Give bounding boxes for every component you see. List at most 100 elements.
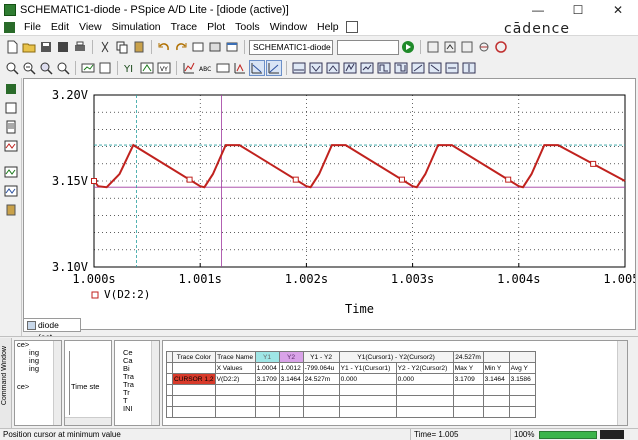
y-tick-label: 3.20V [52, 88, 88, 102]
simulation-field[interactable] [337, 39, 399, 55]
table-row [166, 395, 536, 407]
waveform-window-icon[interactable] [3, 138, 19, 154]
copy-icon[interactable] [114, 39, 130, 55]
add-trace-icon[interactable] [181, 60, 197, 76]
simulation-progress-bar [539, 431, 597, 439]
prev-data-point-icon[interactable] [427, 60, 443, 76]
table-row[interactable]: X Values 1.0004 1.0012 -799.064u Y1 - Y1… [166, 362, 536, 374]
prev-transition-icon[interactable] [393, 60, 409, 76]
cursor-search-icon[interactable] [359, 60, 375, 76]
open-folder-icon[interactable] [21, 39, 37, 55]
document-icon[interactable] [4, 21, 15, 33]
menu-plot[interactable]: Plot [202, 19, 230, 36]
simulation-results-icon[interactable] [3, 164, 19, 180]
simulation-profile-select[interactable]: SCHEMATIC1-diode [249, 39, 333, 55]
cursor-trough-icon[interactable] [266, 60, 282, 76]
waveform-preview-icon[interactable] [600, 430, 624, 439]
x-axis-label: Time [345, 302, 374, 316]
watch-pane[interactable]: Ce Ca Bi Tra Tra Tr T INI [114, 340, 160, 426]
messages-icon[interactable] [3, 183, 19, 199]
cursor-max-icon[interactable] [325, 60, 341, 76]
paste-icon[interactable] [131, 39, 147, 55]
status-hscrollbar[interactable] [65, 417, 111, 425]
probe-icon[interactable] [476, 39, 492, 55]
save-all-icon[interactable] [55, 39, 71, 55]
table-row[interactable]: CURSOR 1,2 V(D2:2) 3.1709 3.1464 24.527m… [166, 373, 536, 385]
simulation-status-pane[interactable]: Time ste [64, 340, 112, 426]
legend-label: V(D2:2) [104, 288, 150, 301]
trace-color-cell[interactable]: CURSOR 1,2 [172, 373, 216, 385]
table-header: Y1 [254, 351, 280, 363]
zoom-fit-icon[interactable] [55, 60, 71, 76]
simulation-status-icon[interactable] [3, 81, 19, 97]
menu-tools[interactable]: Tools [230, 19, 265, 36]
cursor-slope-icon[interactable] [291, 60, 307, 76]
fourier-icon[interactable] [97, 60, 113, 76]
simulation-settings-icon[interactable] [442, 39, 458, 55]
cursor-point-icon[interactable] [342, 60, 358, 76]
view-output-file-icon[interactable] [3, 119, 19, 135]
menu-simulation[interactable]: Simulation [107, 19, 166, 36]
toolbar-plot: YI VY ABC [0, 58, 638, 78]
cursor-min-icon[interactable] [308, 60, 324, 76]
new-file-icon[interactable] [4, 39, 20, 55]
maximize-button[interactable]: ☐ [558, 0, 598, 19]
command-window-sidebar[interactable]: Command Window [0, 338, 12, 428]
log-y-axis-icon[interactable]: YI [122, 60, 138, 76]
toggle-cursor-icon[interactable] [232, 60, 248, 76]
redo-icon[interactable] [173, 39, 189, 55]
plot-window[interactable]: 3.10V 3.15V 3.20V 1.000s 1.001s 1.002s 1.003s 1… [23, 78, 636, 330]
delete-icon[interactable] [207, 39, 223, 55]
add-y-axis-icon[interactable] [139, 60, 155, 76]
log-x-axis-icon[interactable] [80, 60, 96, 76]
table-cell: Y2 - Y2(Cursor2) [395, 362, 454, 374]
menu-file[interactable]: File [19, 19, 46, 36]
cursor-table-scrollbar[interactable] [617, 341, 627, 425]
help-pointer-icon[interactable] [345, 21, 358, 33]
watch-scrollbar[interactable] [151, 341, 159, 425]
cadence-help-icon[interactable] [493, 39, 509, 55]
watch-icon[interactable] [3, 202, 19, 218]
command-pane[interactable]: ce> ing ing ing ce> [14, 340, 62, 426]
menu-window[interactable]: Window [265, 19, 312, 36]
cursor-display-icon[interactable] [461, 60, 477, 76]
trace-marker [505, 176, 512, 183]
next-data-point-icon[interactable] [410, 60, 426, 76]
menu-edit[interactable]: Edit [46, 19, 74, 36]
run-simulation-icon[interactable] [400, 39, 416, 55]
text-label-icon[interactable] [215, 60, 231, 76]
zoom-area-icon[interactable] [38, 60, 54, 76]
close-button[interactable]: ✕ [598, 0, 638, 19]
waveform-chart[interactable]: 3.10V3.15V3.20V1.000s 1.001s 1.002s 1.003s 1… [24, 79, 635, 317]
eval-goal-function-icon[interactable]: ABC [198, 60, 214, 76]
save-icon[interactable] [38, 39, 54, 55]
copy-window-icon[interactable] [190, 39, 206, 55]
table-cell: 3.1464 [278, 373, 304, 385]
mark-label-icon[interactable] [444, 60, 460, 76]
pspice-app-icon [4, 3, 16, 16]
menu-help[interactable]: Help [312, 19, 344, 36]
markers-icon[interactable] [459, 39, 475, 55]
add-plot-icon[interactable]: VY [156, 60, 172, 76]
open-window-icon[interactable] [224, 39, 240, 55]
output-window-icon[interactable] [3, 100, 19, 116]
command-scrollbar[interactable] [53, 341, 61, 425]
table-row [166, 406, 536, 418]
undo-icon[interactable] [156, 39, 172, 55]
print-icon[interactable] [72, 39, 88, 55]
view-settings-icon[interactable] [425, 39, 441, 55]
cursor-probe-table-pane[interactable]: Trace Color Trace Name Y1 Y2 Y1 - Y2 Y1(… [162, 340, 628, 426]
table-header [482, 351, 510, 363]
minimize-button[interactable]: — [518, 0, 558, 19]
cut-icon[interactable] [97, 39, 113, 55]
plot-frame [93, 94, 626, 268]
tab-diode[interactable]: diode (act... [23, 318, 81, 342]
cursor-peak-icon[interactable] [249, 60, 265, 76]
menu-trace[interactable]: Trace [166, 19, 202, 36]
zoom-out-icon[interactable] [21, 60, 37, 76]
zoom-in-icon[interactable] [4, 60, 20, 76]
table-header: Y1 - Y2 [302, 351, 340, 363]
next-transition-icon[interactable] [376, 60, 392, 76]
menu-view[interactable]: View [74, 19, 107, 36]
table-cell: -799.064u [302, 362, 340, 374]
